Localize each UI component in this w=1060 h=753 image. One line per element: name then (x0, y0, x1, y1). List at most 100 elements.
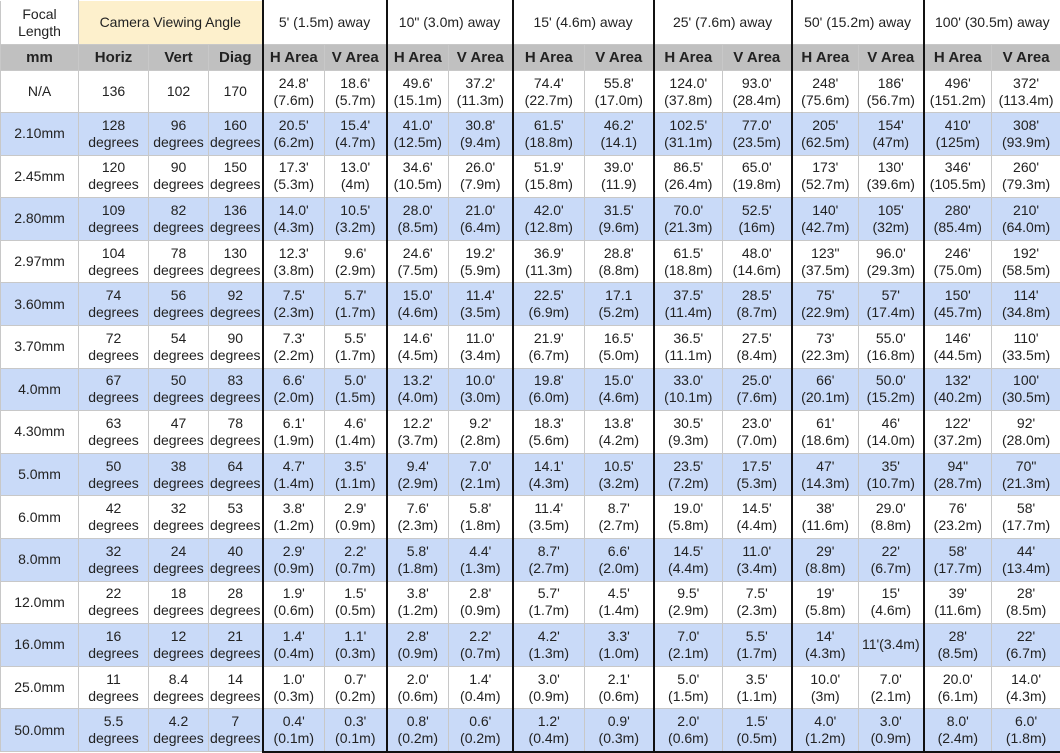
h-area-cell-line: 41.0' (388, 117, 449, 134)
v-area-cell: 15'(4.6m) (859, 581, 924, 624)
v-area-cell: 35'(10.7m) (859, 453, 924, 496)
vert-angle-cell: 56degrees (149, 283, 209, 326)
v-area-cell-line: (16.8m) (859, 347, 923, 364)
v-area-cell-line: (17.0m) (585, 92, 653, 109)
vert-angle-cell-line: degrees (149, 602, 208, 619)
h-area-cell-line: 4.0' (793, 713, 859, 730)
v-area-cell-line: 14.0' (992, 671, 1060, 688)
h-area-cell-line: (1.5m) (655, 688, 723, 705)
v-area-cell: 2.9'(0.9m) (325, 496, 387, 539)
h-area-cell: 14'(4.3m) (792, 624, 859, 667)
v-area-cell-line: 5.0' (325, 372, 386, 389)
v-area-cell: 114'(34.8m) (992, 283, 1060, 326)
h-area-cell-line: (0.3m) (264, 688, 325, 705)
h-area-cell: 30.5'(9.3m) (654, 411, 723, 454)
diag-angle-cell-line: 136 (209, 202, 262, 219)
v-area-cell-line: 93.0' (723, 75, 791, 92)
v-area-cell: 26.0'(7.9m) (449, 155, 513, 198)
h-area-cell: 13.2'(4.0m) (387, 368, 449, 411)
h-area-cell-line: (1.9m) (264, 432, 325, 449)
vert-angle-cell-line: degrees (149, 560, 208, 577)
v-area-cell-line: 372' (992, 75, 1060, 92)
v-area-cell-line: 260' (992, 159, 1060, 176)
diag-angle-cell-line: 90 (209, 330, 262, 347)
table-row: 16.0mm16degrees12degrees21degrees1.4'(0.… (1, 624, 1060, 667)
horiz-angle-cell: 109degrees (79, 198, 149, 241)
v-area-cell-line: (0.3m) (585, 730, 653, 747)
v-area-cell-line: (1.4m) (585, 602, 653, 619)
v-area-cell-line: 31.5' (585, 202, 653, 219)
v-area-cell-line: (0.9m) (325, 517, 386, 534)
horiz-angle-cell: 32degrees (79, 538, 149, 581)
v-area-cell-line: 15' (859, 585, 923, 602)
v-area-cell: 96.0'(29.3m) (859, 240, 924, 283)
horiz-angle-cell-line: 32 (79, 543, 148, 560)
v-area-cell: 210'(64.0m) (992, 198, 1060, 241)
v-area-cell-line: (1.3m) (449, 560, 512, 577)
h-area-cell: 14.0'(4.3m) (263, 198, 325, 241)
h-area-cell-line: 5.7' (514, 585, 585, 602)
v-area-cell-line: (8.8m) (859, 517, 923, 534)
v-area-cell-line: (5.2m) (585, 304, 653, 321)
v-area-cell-line: 55.0' (859, 330, 923, 347)
diag-angle-cell-line: 92 (209, 287, 262, 304)
v-area-cell: 192'(58.5m) (992, 240, 1060, 283)
diag-angle-cell-line: 21 (209, 628, 262, 645)
v-area-cell-line: (0.3m) (325, 645, 386, 662)
h-area-cell: 4.2'(1.3m) (513, 624, 585, 667)
vert-angle-cell-line: degrees (149, 645, 208, 662)
v-area-cell-line: 9.6' (325, 245, 386, 262)
h-area-cell-line: (1.2m) (793, 730, 859, 747)
h-area-cell-line: 1.0' (264, 671, 325, 688)
vert-angle-cell: 8.4degrees (149, 666, 209, 709)
h-area-cell: 9.4'(2.9m) (387, 453, 449, 496)
horiz-angle-cell-line: 22 (79, 585, 148, 602)
h-area-cell-line: 14.6' (388, 330, 449, 347)
h-area-cell-line: (12.8m) (514, 219, 585, 236)
v-area-cell-line: (6.4m) (449, 219, 512, 236)
v-area-cell-line: 5.5' (723, 628, 791, 645)
horiz-angle-cell: 136 (79, 71, 149, 113)
v-area-cell: 17.5'(5.3m) (723, 453, 792, 496)
h-area-cell-line: (8.5m) (388, 219, 449, 236)
focal-length-cell: N/A (1, 71, 79, 113)
v-area-cell-line: (1.7m) (325, 304, 386, 321)
h-area-cell-line: 9.4' (388, 458, 449, 475)
v-area-cell: 19.2'(5.9m) (449, 240, 513, 283)
v-area-cell-line: (0.9m) (859, 730, 923, 747)
v-area-cell-line: 92' (992, 415, 1060, 432)
table-row: 2.45mm120degrees90degrees150degrees17.3'… (1, 155, 1060, 198)
v-area-cell-line: (79.3m) (992, 176, 1060, 193)
h-area-cell: 7.6'(2.3m) (387, 496, 449, 539)
v-area-cell-line: (4.3m) (992, 688, 1060, 705)
h-area-cell-line: (40.2m) (925, 389, 992, 406)
horiz-angle-cell-line: degrees (79, 134, 148, 151)
h-area-cell: 2.9'(0.9m) (263, 538, 325, 581)
h-area-cell-line: 61.5' (514, 117, 585, 134)
h-area-cell-line: 7.6' (388, 500, 449, 517)
h-area-cell-line: 28.0' (388, 202, 449, 219)
h-area-cell-line: (22.9m) (793, 304, 859, 321)
horiz-angle-cell-line: degrees (79, 262, 148, 279)
v-area-cell-line: 22' (859, 543, 923, 560)
v-area-cell: 70"(21.3m) (992, 453, 1060, 496)
v-area-cell-line: 30.8' (449, 117, 512, 134)
v-area-cell-line: 28' (992, 585, 1060, 602)
h-area-cell: 150'(45.7m) (924, 283, 992, 326)
v-area-cell-line: (0.7m) (449, 645, 512, 662)
h-area-cell-line: (6.7m) (514, 347, 585, 364)
h-area-cell-line: (0.9m) (388, 645, 449, 662)
h-area-cell-line: 146' (925, 330, 992, 347)
h-area-cell-line: 21.9' (514, 330, 585, 347)
v-area-cell-line: 9.2' (449, 415, 512, 432)
h-area-cell-line: (2.9m) (655, 602, 723, 619)
table-body: N/A13610217024.8'(7.6m)18.6'(5.7m)49.6'(… (1, 71, 1060, 752)
v-area-cell: 29.0'(8.8m) (859, 496, 924, 539)
v-area-cell: 31.5'(9.6m) (585, 198, 654, 241)
horiz-angle-cell-line: 42 (79, 500, 148, 517)
v-area-cell-line: (19.8m) (723, 176, 791, 193)
v-area-cell: 30.8'(9.4m) (449, 113, 513, 156)
horiz-angle-cell-line: 11 (79, 671, 148, 688)
horiz-angle-cell-line: 74 (79, 287, 148, 304)
v-area-cell-line: 4.5' (585, 585, 653, 602)
